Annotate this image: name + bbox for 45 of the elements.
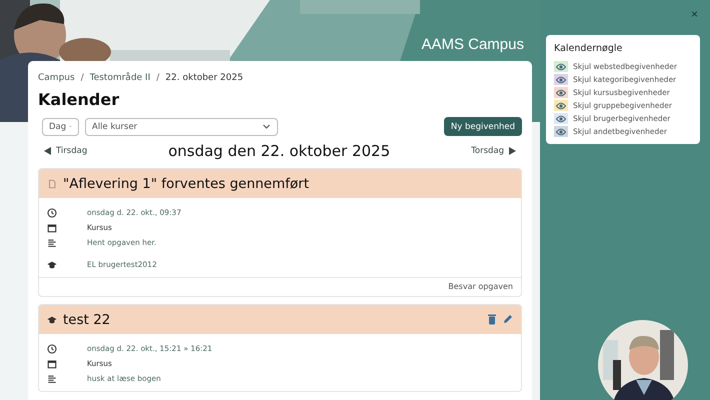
eye-icon [556, 88, 566, 96]
event-title: "Aflevering 1" forventes gennemført [63, 176, 309, 192]
page-title: Kalender [38, 90, 120, 109]
document-icon [47, 178, 57, 188]
next-day-link[interactable]: Torsdag [471, 146, 516, 156]
previous-day-link[interactable]: Tirsdag [44, 146, 88, 156]
breadcrumb-link[interactable]: Testområde II [90, 73, 150, 83]
breadcrumb-separator: / [156, 73, 160, 83]
clock-icon [47, 208, 57, 218]
view-select[interactable]: Dag [42, 118, 79, 136]
graduation-cap-icon [47, 260, 57, 270]
clock-icon [47, 344, 57, 354]
edit-button[interactable] [503, 314, 513, 325]
current-date-heading: onsdag den 22. oktober 2025 [168, 142, 390, 160]
graduation-cap-icon [47, 314, 57, 324]
breadcrumb-link[interactable]: Campus [38, 73, 75, 83]
eye-icon [556, 114, 566, 122]
course-select[interactable]: Alle kurser [85, 118, 278, 136]
breadcrumb-link[interactable]: 22. oktober 2025 [165, 73, 244, 83]
pencil-icon [503, 314, 513, 324]
eye-toggle-button[interactable] [554, 100, 568, 111]
event-title: test 22 [63, 312, 110, 328]
calendar-icon [47, 222, 57, 232]
text-lines-icon [47, 238, 57, 248]
calendar-key-title: Kalendernøgle [554, 43, 624, 54]
eye-toggle-button[interactable] [554, 74, 568, 85]
eye-icon [556, 128, 566, 136]
triangle-right-icon [509, 147, 516, 155]
eye-toggle-button[interactable] [554, 126, 568, 137]
trash-icon [487, 314, 497, 325]
eye-toggle-button[interactable] [554, 61, 568, 72]
eye-icon [556, 62, 566, 70]
delete-button[interactable] [487, 314, 497, 325]
answer-assignment-link[interactable]: Besvar opgaven [448, 282, 513, 291]
eye-toggle-button[interactable] [554, 113, 568, 124]
new-event-button[interactable]: Ny begivenhed [444, 117, 522, 136]
site-title: AAMS Campus [421, 36, 524, 53]
chevron-down-icon [262, 122, 271, 131]
eye-toggle-button[interactable] [554, 87, 568, 98]
text-lines-icon [47, 374, 57, 384]
breadcrumb-separator: / [80, 73, 84, 83]
eye-icon [556, 76, 566, 84]
eye-icon [556, 102, 566, 110]
calendar-icon [47, 358, 57, 368]
triangle-left-icon [44, 147, 51, 155]
